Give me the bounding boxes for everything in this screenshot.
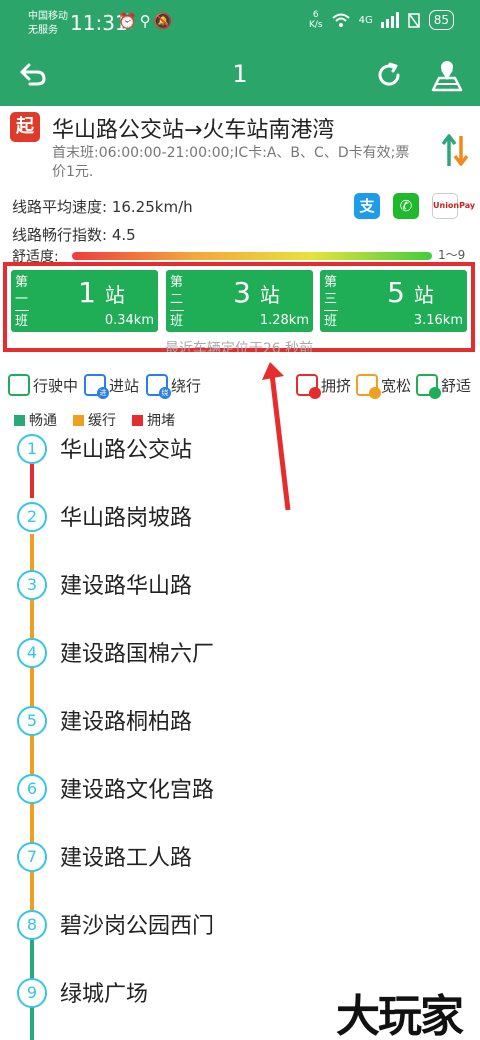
swap-direction-icon[interactable]	[440, 130, 470, 170]
legend-smooth: 畅通	[14, 410, 57, 430]
smooth-swatch	[14, 415, 25, 426]
traffic-legend: 畅通 缓行 拥堵	[14, 410, 175, 430]
bus-arrival-panel: 第 一 班 1 站 0.34km 第 二 班 3 站 1.28km 第 三 班 …	[3, 262, 475, 352]
smooth-index: 线路畅行指数: 4.5	[12, 226, 136, 244]
alarm-icon: ⏰	[118, 12, 140, 30]
bus-order: 第 二 班	[170, 275, 184, 329]
stop-name: 碧沙岗公园西门	[60, 914, 215, 939]
legend-driving: 行驶中	[8, 374, 78, 396]
refresh-icon[interactable]	[374, 60, 404, 90]
stops-away: 5 站	[387, 276, 434, 309]
stop-item[interactable]: 3 建设路华山路	[0, 566, 480, 606]
stop-item[interactable]: 6 建设路文化宫路	[0, 770, 480, 810]
stop-item[interactable]: 2 华山路岗坡路	[0, 498, 480, 538]
slow-swatch	[73, 415, 84, 426]
stop-item[interactable]: 4 建设路国棉六厂	[0, 634, 480, 674]
bus-card-1[interactable]: 第 一 班 1 站 0.34km	[11, 270, 158, 332]
stop-number: 7	[17, 842, 47, 872]
carrier-info: 中国移动 无服务	[28, 10, 68, 38]
service-status: 无服务	[28, 25, 58, 36]
stops-away: 3 站	[233, 276, 280, 309]
stop-name: 华山路公交站	[60, 438, 193, 463]
legend-spacious: 宽松	[356, 374, 411, 399]
watermark: 大玩家	[336, 991, 464, 1040]
battery-indicator: 85	[428, 10, 454, 30]
page-title: 1	[232, 60, 248, 88]
bus-crowded-icon	[296, 374, 321, 399]
stop-item[interactable]: 7 建设路工人路	[0, 838, 480, 878]
stop-name: 建设路华山路	[60, 574, 193, 599]
route-name: 华山路公交站→火车站南港湾	[52, 118, 335, 143]
bus-distance: 1.28km	[259, 313, 309, 328]
location-icon: ⚲	[139, 12, 154, 30]
legend-slow: 缓行	[73, 410, 116, 430]
alipay-icon[interactable]: 支	[354, 193, 380, 219]
bus-driving-icon	[8, 374, 30, 396]
bus-distance: 3.16km	[413, 313, 463, 328]
status-bar: 中国移动 无服务 11:31 ⏰⚲🔕 6 K/s 4G 85	[0, 0, 480, 46]
stop-name: 华山路岗坡路	[60, 506, 193, 531]
map-icon[interactable]	[430, 58, 464, 92]
unionpay-icon[interactable]: UnionPay	[432, 193, 475, 219]
app-bar: 1	[0, 46, 480, 106]
bus-order: 第 三 班	[324, 275, 338, 329]
bus-spacious-icon	[356, 374, 381, 399]
wifi-icon	[331, 13, 350, 27]
legend-arriving: 进 进站	[84, 374, 139, 399]
stop-number: 4	[17, 638, 47, 668]
stop-item[interactable]: 8 碧沙岗公园西门	[0, 906, 480, 946]
bus-status-legend: 行驶中 进 进站 绕 绕行 拥挤 宽松 舒适	[8, 374, 472, 400]
start-badge: 起	[10, 112, 40, 142]
stop-number: 5	[17, 706, 47, 736]
stop-item[interactable]: 1 华山路公交站	[0, 430, 480, 470]
bus-distance: 0.34km	[104, 313, 154, 328]
bus-order: 第 一 班	[15, 275, 29, 329]
last-location-note: 最近车辆定位于26 秒前	[164, 341, 314, 352]
network-type: 4G	[358, 14, 373, 26]
stop-number: 2	[17, 502, 47, 532]
stop-name: 绿城广场	[60, 982, 149, 1007]
legend-congested: 拥堵	[132, 410, 175, 430]
net-speed: 6 K/s	[308, 10, 323, 30]
stop-number: 6	[17, 774, 47, 804]
stops-list: 1 华山路公交站 2 华山路岗坡路 3 建设路华山路 4 建设路国棉六厂 5 建…	[0, 430, 480, 1040]
stop-item[interactable]: 5 建设路桐柏路	[0, 702, 480, 742]
stop-number: 3	[17, 570, 47, 600]
stop-name: 建设路国棉六厂	[60, 642, 215, 667]
stop-name: 建设路桐柏路	[60, 710, 193, 735]
wechat-pay-icon[interactable]: ✆	[393, 193, 419, 219]
bus-card-2[interactable]: 第 二 班 3 站 1.28km	[166, 270, 313, 332]
stop-number: 8	[17, 910, 47, 940]
status-icons: ⏰⚲🔕	[118, 12, 175, 30]
route-header: 起 华山路公交站→火车站南港湾 首末班:06:00:00-21:00:00;IC…	[0, 106, 480, 190]
legend-detour: 绕 绕行	[146, 374, 201, 399]
stop-name: 建设路工人路	[60, 846, 193, 871]
bus-comfortable-icon	[416, 374, 441, 399]
stop-number: 9	[17, 978, 47, 1008]
bus-card-3[interactable]: 第 三 班 5 站 3.16km	[320, 270, 467, 332]
comfort-gradient-bar	[72, 252, 432, 260]
status-right: 6 K/s 4G 85	[309, 10, 454, 30]
carrier-name: 中国移动	[28, 11, 68, 22]
bus-detour-icon: 绕	[146, 374, 171, 399]
payment-methods: 支 ✆ UnionPay	[354, 193, 475, 219]
congested-swatch	[132, 415, 143, 426]
legend-crowded: 拥挤	[296, 374, 351, 399]
average-speed: 线路平均速度: 16.25km/h	[12, 198, 193, 216]
comfort-range: 1～9	[438, 248, 466, 262]
mute-icon: 🔕	[153, 12, 176, 30]
signal-icon	[380, 12, 399, 28]
stop-number: 1	[17, 434, 47, 464]
stop-name: 建设路文化宫路	[60, 778, 215, 803]
no-sim-icon	[407, 13, 420, 28]
stops-away: 1 站	[78, 276, 125, 309]
route-info: 首末班:06:00:00-21:00:00;IC卡:A、B、C、D卡有效;票价1…	[52, 145, 410, 180]
legend-comfortable: 舒适	[416, 374, 471, 399]
bus-arriving-icon: 进	[84, 374, 109, 399]
